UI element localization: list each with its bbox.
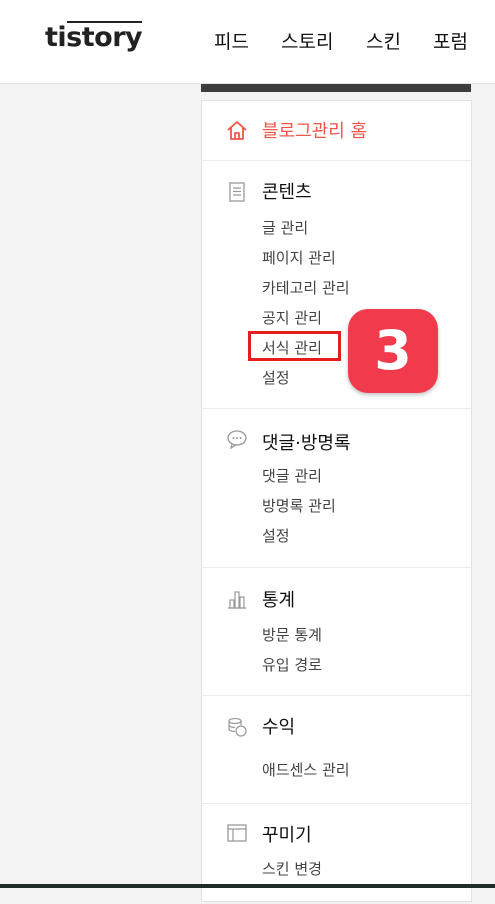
layout-icon xyxy=(226,822,248,844)
section-customize: 꾸미기 스킨 변경 xyxy=(202,804,471,904)
menu-content-settings[interactable]: 설정 xyxy=(262,367,290,388)
top-header: tistory 피드 스토리 스킨 포럼 xyxy=(0,0,495,84)
menu-comment-manage[interactable]: 댓글 관리 xyxy=(262,465,322,486)
tistory-logo[interactable]: tistory xyxy=(45,22,143,53)
menu-category-manage[interactable]: 카테고리 관리 xyxy=(262,277,350,298)
bar-chart-icon xyxy=(226,588,248,610)
nav-skin[interactable]: 스킨 xyxy=(366,27,401,54)
nav-feed[interactable]: 피드 xyxy=(214,27,249,54)
section-title-content[interactable]: 콘텐츠 xyxy=(262,178,312,204)
home-icon xyxy=(226,119,248,141)
step-badge: 3 xyxy=(348,309,438,393)
menu-visit-stats[interactable]: 방문 통계 xyxy=(262,624,322,645)
coins-icon xyxy=(226,716,248,738)
comment-icon xyxy=(226,428,248,450)
logo-ti: ti xyxy=(45,22,67,53)
highlight-box xyxy=(248,331,341,361)
section-title-stats[interactable]: 통계 xyxy=(262,586,295,612)
nav-story[interactable]: 스토리 xyxy=(281,27,333,54)
menu-skin-change[interactable]: 스킨 변경 xyxy=(262,858,322,879)
menu-comment-settings[interactable]: 설정 xyxy=(262,525,290,546)
menu-notice-manage[interactable]: 공지 관리 xyxy=(262,307,322,328)
section-title-customize[interactable]: 꾸미기 xyxy=(262,821,312,847)
sidebar-home-label: 블로그관리 홈 xyxy=(262,121,368,142)
menu-post-manage[interactable]: 글 관리 xyxy=(262,217,308,238)
logo-story: story xyxy=(66,22,143,53)
document-icon xyxy=(226,181,248,203)
section-revenue: 수익 애드센스 관리 xyxy=(202,696,471,804)
sidebar-home-link[interactable]: 블로그관리 홈 xyxy=(202,101,471,161)
admin-sidebar: 블로그관리 홈 콘텐츠 글 관리 페이지 관리 카테고리 관리 공지 관리 서식… xyxy=(201,100,472,902)
section-stats: 통계 방문 통계 유입 경로 xyxy=(202,568,471,696)
menu-referrer[interactable]: 유입 경로 xyxy=(262,654,322,675)
section-title-comments[interactable]: 댓글·방명록 xyxy=(262,429,351,455)
nav-forum[interactable]: 포럼 xyxy=(433,27,468,54)
section-comments: 댓글·방명록 댓글 관리 방명록 관리 설정 xyxy=(202,409,471,568)
profile-bar xyxy=(201,84,471,92)
section-title-revenue[interactable]: 수익 xyxy=(262,713,295,739)
menu-adsense-manage[interactable]: 애드센스 관리 xyxy=(262,759,350,780)
menu-page-manage[interactable]: 페이지 관리 xyxy=(262,247,336,268)
menu-guestbook-manage[interactable]: 방명록 관리 xyxy=(262,495,336,516)
bottom-strip xyxy=(0,884,495,888)
